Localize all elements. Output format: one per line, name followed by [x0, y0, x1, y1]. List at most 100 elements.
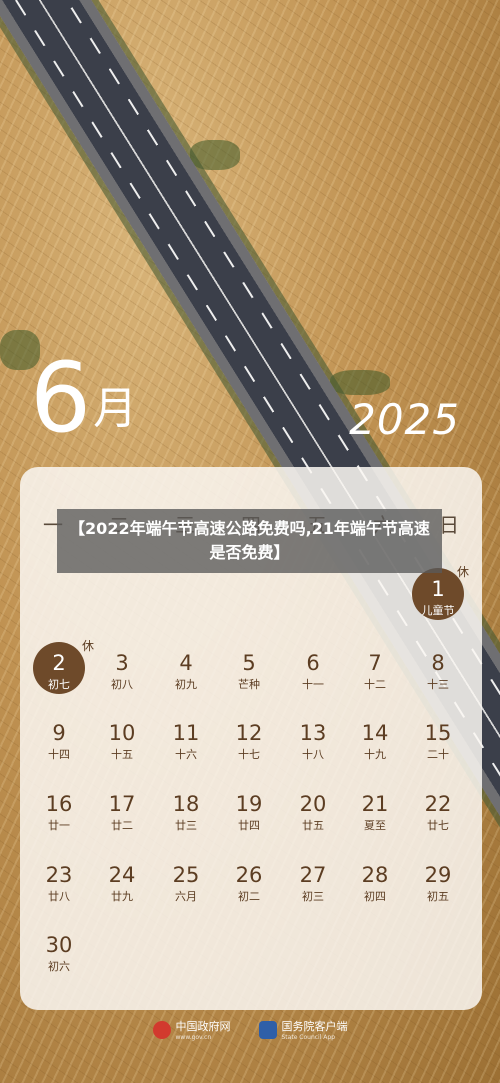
day-cell[interactable]: 29 初五 — [407, 863, 469, 904]
day-cell[interactable]: 3 初八 — [91, 651, 153, 692]
day-cell[interactable]: 23 廿八 — [28, 863, 90, 904]
day-cell[interactable]: 24 廿九 — [91, 863, 153, 904]
year-label: 2025 — [349, 395, 460, 444]
lunar-date: 廿二 — [111, 819, 133, 832]
day-cell[interactable]: 9 十四 — [28, 721, 90, 762]
day-number: 29 — [424, 863, 452, 887]
day-number: 22 — [424, 792, 452, 816]
day-number: 20 — [299, 792, 327, 816]
app-name: 国务院客户端 — [281, 1020, 348, 1033]
day-number: 13 — [299, 721, 327, 745]
state-council-app-icon — [258, 1020, 277, 1039]
day-number: 25 — [172, 863, 200, 887]
day-number: 28 — [361, 863, 389, 887]
lunar-date: 十六 — [175, 748, 197, 761]
lunar-date: 廿八 — [48, 890, 70, 903]
tree-patch — [330, 370, 390, 395]
gov-name: 中国政府网 — [175, 1020, 231, 1033]
day-cell[interactable]: 1 儿童节 — [407, 568, 469, 620]
day-cell[interactable]: 25 六月 — [155, 863, 217, 904]
lunar-date: 十五 — [111, 748, 133, 761]
day-cell[interactable]: 30 初六 — [28, 933, 90, 974]
lunar-date: 初七 — [48, 678, 70, 691]
lunar-date: 十二 — [364, 678, 386, 691]
app-logo[interactable]: 国务院客户端 State Council App — [258, 1018, 348, 1041]
month-number: 6 — [30, 342, 92, 454]
day-cell[interactable]: 6 十一 — [282, 651, 344, 692]
day-cell[interactable]: 12 十七 — [218, 721, 280, 762]
lunar-date: 十一 — [302, 678, 324, 691]
day-cell[interactable]: 7 十二 — [344, 651, 406, 692]
lunar-date: 二十 — [427, 748, 449, 761]
day-cell[interactable]: 4 初九 — [155, 651, 217, 692]
lunar-date: 初二 — [238, 890, 260, 903]
day-cell[interactable]: 17 廿二 — [91, 792, 153, 833]
lunar-date: 十九 — [364, 748, 386, 761]
lunar-date: 初八 — [111, 678, 133, 691]
day-cell[interactable]: 20 廿五 — [282, 792, 344, 833]
day-cell[interactable]: 16 廿一 — [28, 792, 90, 833]
month-unit: 月 — [93, 383, 138, 434]
lunar-date: 廿五 — [302, 819, 324, 832]
lunar-date: 初四 — [364, 890, 386, 903]
day-cell[interactable]: 11 十六 — [155, 721, 217, 762]
day-cell[interactable]: 14 十九 — [344, 721, 406, 762]
day-number: 9 — [52, 721, 66, 745]
lunar-date: 十七 — [238, 748, 260, 761]
lunar-date: 初六 — [48, 960, 70, 973]
day-number: 11 — [172, 721, 200, 745]
day-number: 30 — [45, 933, 73, 957]
gov-logo[interactable]: 中国政府网 www.gov.cn — [152, 1018, 231, 1041]
day-cell[interactable]: 10 十五 — [91, 721, 153, 762]
day-cell[interactable]: 27 初三 — [282, 863, 344, 904]
day-cell[interactable]: 15 二十 — [407, 721, 469, 762]
day-cell[interactable]: 21 夏至 — [344, 792, 406, 833]
day-number: 7 — [368, 651, 382, 675]
day-number: 10 — [108, 721, 136, 745]
lunar-date: 夏至 — [364, 819, 386, 832]
day-number: 12 — [235, 721, 263, 745]
day-cell[interactable]: 19 廿四 — [218, 792, 280, 833]
lunar-date: 十四 — [48, 748, 70, 761]
lunar-date: 廿七 — [427, 819, 449, 832]
day-cell[interactable]: 5 芒种 — [218, 651, 280, 692]
lunar-date: 廿三 — [175, 819, 197, 832]
day-cell[interactable]: 13 十八 — [282, 721, 344, 762]
day-number: 27 — [299, 863, 327, 887]
lunar-date: 六月 — [175, 890, 197, 903]
day-number: 26 — [235, 863, 263, 887]
day-cell[interactable]: 22 廿七 — [407, 792, 469, 833]
lunar-date: 十八 — [302, 748, 324, 761]
day-number: 19 — [235, 792, 263, 816]
lunar-date: 初五 — [427, 890, 449, 903]
day-cell[interactable]: 18 廿三 — [155, 792, 217, 833]
day-number: 24 — [108, 863, 136, 887]
day-cell[interactable]: 28 初四 — [344, 863, 406, 904]
day-number: 2 — [52, 651, 66, 675]
gov-url: www.gov.cn — [175, 1034, 212, 1041]
day-cell[interactable]: 2 初七 — [28, 642, 90, 694]
day-number: 4 — [179, 651, 193, 675]
day-number: 16 — [45, 792, 73, 816]
lunar-date: 初三 — [302, 890, 324, 903]
lunar-date: 芒种 — [238, 678, 260, 691]
day-number: 23 — [45, 863, 73, 887]
national-emblem-icon — [152, 1020, 171, 1039]
app-subtitle: State Council App — [281, 1034, 336, 1041]
month-heading: 6 月 — [30, 350, 137, 446]
day-number: 15 — [424, 721, 452, 745]
day-number: 6 — [306, 651, 320, 675]
day-number: 3 — [115, 651, 129, 675]
day-number: 5 — [242, 651, 256, 675]
article-title-banner: 【2022年端午节高速公路免费吗,21年端午节高速是否免费】 — [57, 509, 442, 573]
day-cell[interactable]: 8 十三 — [407, 651, 469, 692]
lunar-date: 十三 — [427, 678, 449, 691]
day-cell[interactable]: 26 初二 — [218, 863, 280, 904]
lunar-date: 廿一 — [48, 819, 70, 832]
day-number: 17 — [108, 792, 136, 816]
lunar-date: 廿四 — [238, 819, 260, 832]
day-number: 21 — [361, 792, 389, 816]
tree-patch — [190, 140, 240, 170]
day-number: 1 — [431, 577, 445, 601]
footer-logos: 中国政府网 www.gov.cn 国务院客户端 State Council Ap… — [0, 1018, 500, 1041]
